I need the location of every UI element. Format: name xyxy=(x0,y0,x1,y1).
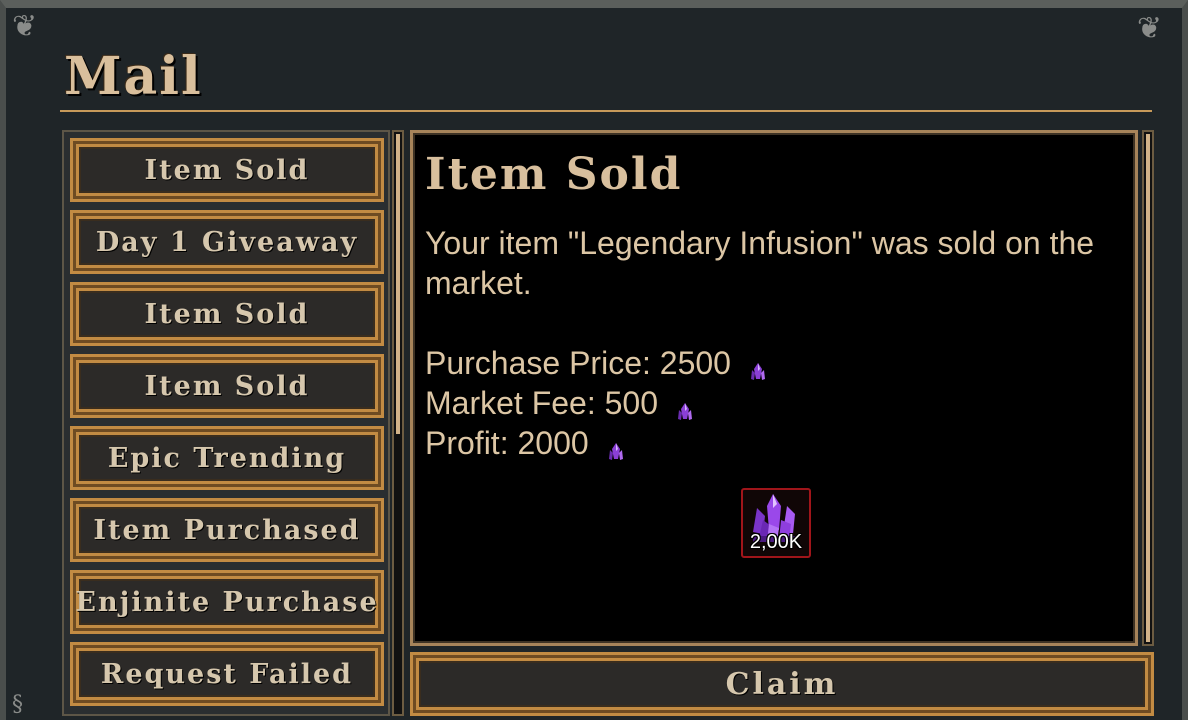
reward-item-slot[interactable]: 2,00K xyxy=(741,488,811,558)
message-scroll-thumb[interactable] xyxy=(1146,134,1150,642)
mail-item-8[interactable]: Request Failed xyxy=(70,642,384,706)
mail-item-3[interactable]: Item Sold xyxy=(70,282,384,346)
mail-item-label: Item Sold xyxy=(144,154,310,186)
market-fee-row: Market Fee: 500 xyxy=(425,383,1125,423)
purchase-price-text: Purchase Price: 2500 xyxy=(425,345,731,381)
mail-item-label: Request Failed xyxy=(100,658,354,690)
purchase-price-row: Purchase Price: 2500 xyxy=(425,343,1125,383)
market-fee-text: Market Fee: 500 xyxy=(425,385,658,421)
profit-text: Profit: 2000 xyxy=(425,425,589,461)
mail-list: Item Sold Day 1 Giveaway Item Sold Item … xyxy=(62,130,390,716)
purple-crystal-icon xyxy=(747,352,769,380)
mail-item-label: Day 1 Giveaway xyxy=(95,226,359,258)
mail-item-4[interactable]: Item Sold xyxy=(70,354,384,418)
mail-item-5[interactable]: Epic Trending xyxy=(70,426,384,490)
ornament-bottom-left-icon: § xyxy=(12,692,23,717)
message-scrollbar[interactable] xyxy=(1142,130,1154,646)
claim-button[interactable]: Claim xyxy=(410,652,1154,716)
message-panel: Item Sold Your item "Legendary Infusion"… xyxy=(410,130,1138,646)
mail-item-label: Item Sold xyxy=(144,298,310,330)
mail-item-6[interactable]: Item Purchased xyxy=(70,498,384,562)
mail-item-2[interactable]: Day 1 Giveaway xyxy=(70,210,384,274)
mail-item-1[interactable]: Item Sold xyxy=(70,138,384,202)
ornament-top-right-icon: ❦ xyxy=(1136,11,1162,46)
mail-item-label: Enjinite Purchase xyxy=(75,586,379,618)
ornament-top-left-icon: ❦ xyxy=(12,9,38,44)
message-body: Your item "Legendary Infusion" was sold … xyxy=(425,223,1125,463)
reward-amount: 2,00K xyxy=(749,531,803,553)
message-heading: Item Sold xyxy=(425,149,683,200)
title-divider xyxy=(60,110,1152,112)
profit-row: Profit: 2000 xyxy=(425,423,1125,463)
message-text: Your item "Legendary Infusion" was sold … xyxy=(425,225,1095,301)
mail-item-7[interactable]: Enjinite Purchase xyxy=(70,570,384,634)
mail-window: ❦ ❦ Mail Item Sold Day 1 Giveaway Item S… xyxy=(0,0,1188,720)
page-title: Mail xyxy=(64,46,203,107)
purple-crystal-icon xyxy=(674,392,696,420)
mail-list-scroll-thumb[interactable] xyxy=(396,134,400,434)
mail-item-label: Item Purchased xyxy=(93,514,361,546)
purple-crystal-icon xyxy=(605,432,627,460)
mail-item-label: Item Sold xyxy=(144,370,310,402)
claim-label: Claim xyxy=(725,666,839,702)
mail-item-label: Epic Trending xyxy=(107,442,347,474)
mail-list-scrollbar[interactable] xyxy=(392,130,404,716)
